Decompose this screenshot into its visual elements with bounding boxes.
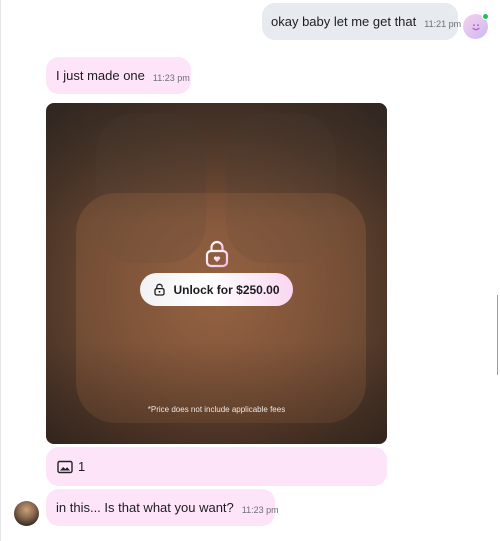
price-disclaimer: *Price does not include applicable fees — [147, 405, 286, 414]
message-timestamp: 11:23 pm — [152, 72, 190, 83]
padlock-icon — [154, 283, 166, 296]
media-count-bar: 1 — [46, 447, 387, 486]
image-icon — [57, 460, 73, 473]
heart-lock-icon — [204, 240, 230, 268]
message-text: in this... Is that what you want? — [56, 500, 234, 515]
outgoing-message: okay baby let me get that 11:21 pm — [262, 3, 462, 40]
message-timestamp: 11:21 pm — [424, 18, 462, 29]
message-text: I just made one — [56, 68, 145, 83]
media-count: 1 — [78, 459, 86, 474]
incoming-message: in this... Is that what you want? 11:23 … — [46, 489, 279, 526]
message-text: okay baby let me get that — [271, 14, 417, 29]
contact-avatar[interactable] — [14, 501, 39, 526]
smiley-face-icon — [471, 23, 480, 30]
scrollbar[interactable] — [497, 295, 498, 375]
unlock-button-label: Unlock for $250.00 — [173, 282, 280, 297]
chat-left-border — [0, 0, 1, 541]
unlock-button[interactable]: Unlock for $250.00 — [140, 273, 293, 306]
online-status-indicator — [482, 13, 489, 20]
message-timestamp: 11:23 pm — [241, 504, 279, 515]
incoming-message: I just made one 11:23 pm — [46, 57, 191, 94]
locked-media-preview[interactable]: Unlock for $250.00 *Price does not inclu… — [46, 103, 387, 444]
